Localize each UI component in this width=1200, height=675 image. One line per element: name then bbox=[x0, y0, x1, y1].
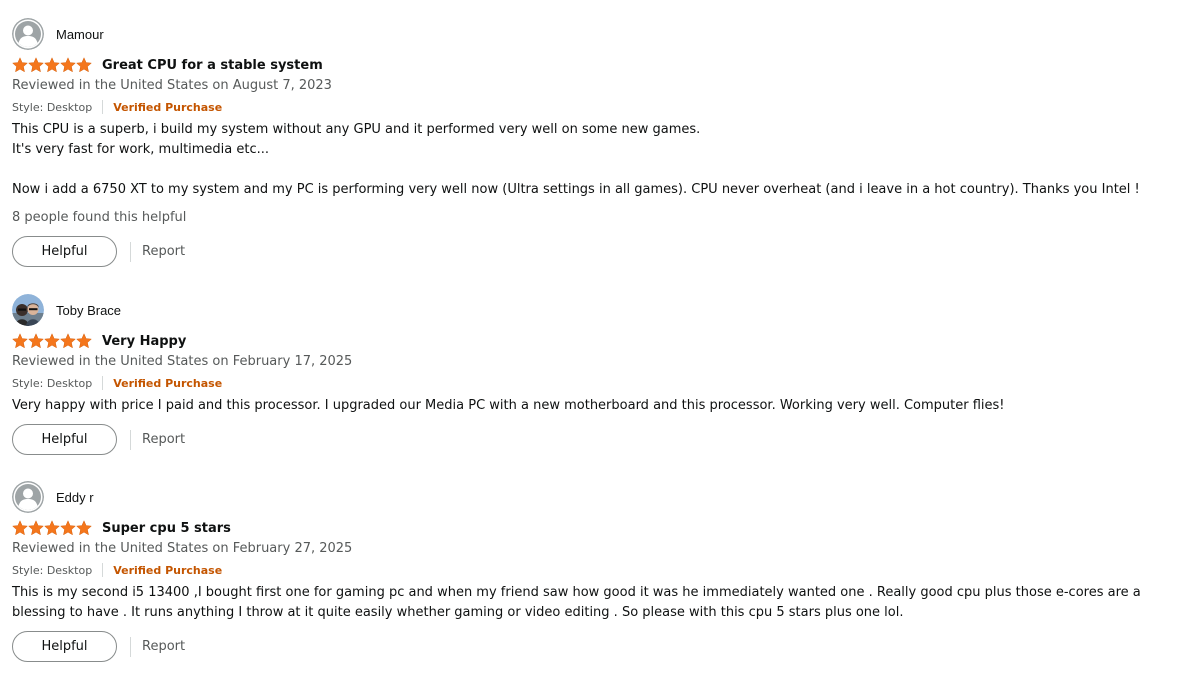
review-body-line: It's very fast for work, multimedia etc.… bbox=[12, 142, 270, 157]
report-link[interactable]: Report bbox=[142, 639, 185, 654]
meta-divider bbox=[102, 563, 104, 577]
reviewer-name[interactable]: Eddy r bbox=[56, 490, 94, 505]
reviewer-profile[interactable]: Mamour bbox=[12, 17, 1188, 51]
review-body-line: This is my second i5 13400 ,I bought fir… bbox=[12, 585, 1141, 600]
product-style[interactable]: Style: Desktop bbox=[12, 377, 92, 390]
review-date: Reviewed in the United States on Februar… bbox=[12, 541, 353, 556]
review-card: Eddy r Super cpu 5 stars Reviewed in the… bbox=[12, 480, 1188, 662]
helpful-count: 8 people found this helpful bbox=[12, 210, 187, 225]
review-body: This CPU is a superb, i build my system … bbox=[12, 120, 1188, 200]
verified-purchase-badge: Verified Purchase bbox=[113, 563, 223, 577]
product-style[interactable]: Style: Desktop bbox=[12, 564, 92, 577]
report-link[interactable]: Report bbox=[142, 244, 185, 259]
star-icon bbox=[28, 57, 44, 73]
helpful-button[interactable]: Helpful bbox=[12, 631, 117, 662]
review-meta: Style: Desktop Verified Purchase bbox=[12, 97, 1188, 117]
report-link[interactable]: Report bbox=[142, 432, 185, 447]
star-rating[interactable] bbox=[12, 57, 92, 73]
action-divider bbox=[130, 241, 131, 262]
review-title-row: Great CPU for a stable system bbox=[12, 54, 1188, 76]
review-meta: Style: Desktop Verified Purchase bbox=[12, 373, 1188, 393]
review-body-line bbox=[12, 160, 1188, 180]
review-actions: Helpful Report bbox=[12, 424, 1188, 455]
photo-avatar bbox=[12, 294, 44, 326]
star-rating[interactable] bbox=[12, 333, 92, 349]
product-style[interactable]: Style: Desktop bbox=[12, 101, 92, 114]
star-icon bbox=[44, 333, 60, 349]
review-body: This is my second i5 13400 ,I bought fir… bbox=[12, 583, 1188, 623]
action-divider bbox=[130, 636, 131, 657]
review-card: Toby Brace Very Happy Reviewed in the Un… bbox=[12, 293, 1188, 455]
star-icon bbox=[12, 520, 28, 536]
review-title[interactable]: Super cpu 5 stars bbox=[102, 521, 231, 536]
star-icon bbox=[12, 57, 28, 73]
review-body-line: blessing to have . It runs anything I th… bbox=[12, 605, 904, 620]
meta-divider bbox=[102, 100, 104, 114]
verified-purchase-badge: Verified Purchase bbox=[113, 376, 223, 390]
reviewer-profile[interactable]: Eddy r bbox=[12, 480, 1188, 514]
review-title-row: Super cpu 5 stars bbox=[12, 517, 1188, 539]
review-body: Very happy with price I paid and this pr… bbox=[12, 396, 1188, 416]
review-body-line: Now i add a 6750 XT to my system and my … bbox=[12, 182, 1140, 197]
reviews-list: Mamour Great CPU for a stable system Rev… bbox=[0, 0, 1200, 675]
star-icon bbox=[28, 333, 44, 349]
review-meta: Style: Desktop Verified Purchase bbox=[12, 560, 1188, 580]
default-avatar-icon bbox=[12, 18, 44, 50]
review-actions: Helpful Report bbox=[12, 631, 1188, 662]
review-date: Reviewed in the United States on August … bbox=[12, 78, 332, 93]
review-title[interactable]: Very Happy bbox=[102, 334, 186, 349]
star-icon bbox=[44, 520, 60, 536]
helpful-button[interactable]: Helpful bbox=[12, 424, 117, 455]
star-icon bbox=[28, 520, 44, 536]
reviewer-name[interactable]: Mamour bbox=[56, 27, 104, 42]
meta-divider bbox=[102, 376, 104, 390]
review-title-row: Very Happy bbox=[12, 330, 1188, 352]
verified-purchase-badge: Verified Purchase bbox=[113, 100, 223, 114]
star-icon bbox=[60, 520, 76, 536]
star-icon bbox=[76, 333, 92, 349]
review-actions: Helpful Report bbox=[12, 236, 1188, 267]
review-card: Mamour Great CPU for a stable system Rev… bbox=[12, 17, 1188, 267]
star-icon bbox=[76, 520, 92, 536]
reviewer-profile[interactable]: Toby Brace bbox=[12, 293, 1188, 327]
star-icon bbox=[60, 57, 76, 73]
star-icon bbox=[76, 57, 92, 73]
review-body-line: Very happy with price I paid and this pr… bbox=[12, 398, 1005, 413]
reviewer-name[interactable]: Toby Brace bbox=[56, 303, 121, 318]
star-rating[interactable] bbox=[12, 520, 92, 536]
review-title[interactable]: Great CPU for a stable system bbox=[102, 58, 323, 73]
action-divider bbox=[130, 429, 131, 450]
default-avatar-icon bbox=[12, 481, 44, 513]
review-body-line: This CPU is a superb, i build my system … bbox=[12, 122, 701, 137]
helpful-button[interactable]: Helpful bbox=[12, 236, 117, 267]
star-icon bbox=[44, 57, 60, 73]
star-icon bbox=[60, 333, 76, 349]
review-date: Reviewed in the United States on Februar… bbox=[12, 354, 353, 369]
star-icon bbox=[12, 333, 28, 349]
